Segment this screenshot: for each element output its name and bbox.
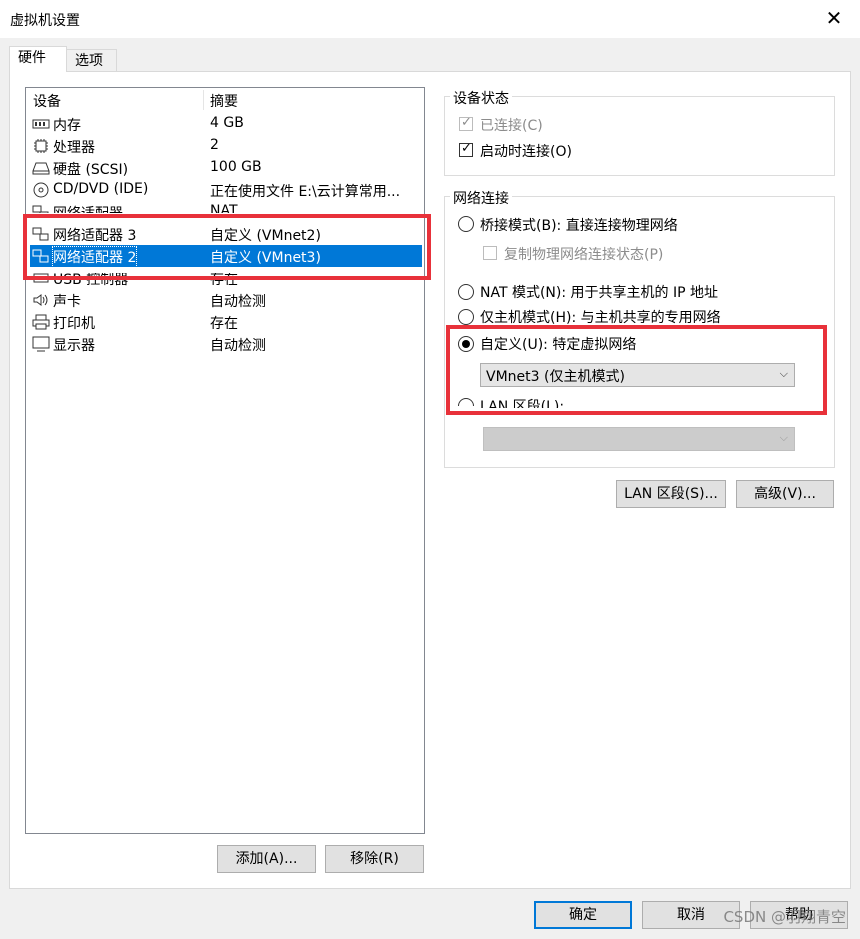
device-summary: 自定义 (VMnet3) xyxy=(210,250,321,266)
advanced-button[interactable]: 高级(V)... xyxy=(736,480,834,508)
ok-button[interactable]: 确定 xyxy=(534,901,632,929)
device-label: 网络适配器 3 xyxy=(53,228,137,244)
nat-label: NAT 模式(N): 用于共享主机的 IP 地址 xyxy=(480,285,718,301)
window-title: 虚拟机设置 xyxy=(10,13,80,29)
device-row-memory[interactable]: 内存 4 GB xyxy=(30,113,422,135)
connected-label: 已连接(C) xyxy=(480,118,543,134)
device-label: 网络适配器 2 xyxy=(51,246,138,268)
lan-segments-button[interactable]: LAN 区段(S)... xyxy=(616,480,726,508)
device-row-printer[interactable]: 打印机 存在 xyxy=(30,311,422,333)
device-summary: 存在 xyxy=(210,273,238,287)
device-row-network-adapter[interactable]: 网络适配器 NAT xyxy=(30,201,422,213)
connect-at-power-on-checkbox[interactable]: ✓ xyxy=(459,141,473,157)
device-row-network-adapter-3[interactable]: 网络适配器 3 自定义 (VMnet2) xyxy=(30,223,422,245)
device-label: 处理器 xyxy=(53,140,95,156)
nat-radio[interactable] xyxy=(458,284,474,300)
title-bar xyxy=(0,0,860,38)
watermark: CSDN @羽翔青空 xyxy=(723,908,846,926)
device-label: USB 控制器 xyxy=(53,273,129,287)
device-summary: 4 GB xyxy=(210,115,244,131)
chevron-down-icon: ⌵ xyxy=(779,431,788,444)
chevron-down-icon: ⌵ xyxy=(779,367,788,380)
column-separator[interactable] xyxy=(203,90,204,110)
device-status-title: 设备状态 xyxy=(450,88,512,108)
host-only-label: 仅主机模式(H): 与主机共享的专用网络 xyxy=(480,310,721,326)
device-row-network-adapter-2[interactable]: 网络适配器 2 自定义 (VMnet3) xyxy=(30,245,422,268)
radio-dot xyxy=(462,340,470,348)
monitor-icon xyxy=(32,336,50,352)
device-label: 网络适配器 xyxy=(53,203,123,213)
device-row-processor[interactable]: 处理器 2 xyxy=(30,135,422,157)
tab-hardware-label: 硬件 xyxy=(18,50,46,66)
bridged-radio[interactable] xyxy=(458,216,474,232)
connected-checkbox[interactable]: ✓ xyxy=(459,115,473,131)
network-connection-title: 网络连接 xyxy=(450,188,512,208)
speaker-icon xyxy=(32,292,50,308)
device-summary: 自动检测 xyxy=(210,294,266,310)
connect-at-power-on-label: 启动时连接(O) xyxy=(480,144,572,160)
cd-dvd-icon xyxy=(32,182,50,198)
checkmark-icon: ✓ xyxy=(461,141,472,156)
column-header-summary[interactable]: 摘要 xyxy=(210,91,238,111)
device-status-group xyxy=(444,96,835,176)
network-adapter-icon xyxy=(32,248,50,264)
device-summary: 正在使用文件 E:\云计算常用... xyxy=(210,184,401,200)
device-summary: 自定义 (VMnet2) xyxy=(210,228,321,244)
cpu-icon xyxy=(32,138,50,154)
host-only-radio[interactable] xyxy=(458,309,474,325)
harddisk-icon xyxy=(32,160,50,176)
add-button[interactable]: 添加(A)... xyxy=(217,845,316,873)
device-label: 内存 xyxy=(53,118,81,134)
custom-radio[interactable] xyxy=(458,336,474,352)
tab-options-label: 选项 xyxy=(75,53,103,69)
column-header-device[interactable]: 设备 xyxy=(33,91,61,111)
memory-icon xyxy=(32,116,50,132)
device-label: CD/DVD (IDE) xyxy=(53,181,149,197)
custom-network-select[interactable]: VMnet3 (仅主机模式) ⌵ xyxy=(480,363,795,387)
device-row-usb[interactable]: USB 控制器 存在 xyxy=(30,273,422,287)
usb-icon xyxy=(32,273,50,286)
device-summary: NAT xyxy=(210,203,238,213)
printer-icon xyxy=(32,314,50,330)
device-row-harddisk[interactable]: 硬盘 (SCSI) 100 GB xyxy=(30,157,422,179)
device-row-sound-card[interactable]: 声卡 自动检测 xyxy=(30,289,422,311)
bridged-label: 桥接模式(B): 直接连接物理网络 xyxy=(480,218,678,234)
device-row-cd-dvd[interactable]: CD/DVD (IDE) 正在使用文件 E:\云计算常用... xyxy=(30,179,422,201)
network-adapter-icon xyxy=(32,204,50,213)
device-label: 声卡 xyxy=(53,294,81,310)
remove-button[interactable]: 移除(R) xyxy=(325,845,424,873)
replicate-state-checkbox[interactable] xyxy=(483,246,497,260)
network-adapter-icon xyxy=(32,226,50,242)
device-summary: 2 xyxy=(210,137,219,153)
device-summary: 存在 xyxy=(210,316,238,332)
device-label: 硬盘 (SCSI) xyxy=(53,162,129,178)
tab-options[interactable]: 选项 xyxy=(66,49,117,72)
device-label: 打印机 xyxy=(53,316,95,332)
lan-segment-select[interactable]: ⌵ xyxy=(483,427,795,451)
device-row-display[interactable]: 显示器 自动检测 xyxy=(30,333,422,355)
device-label: 显示器 xyxy=(53,338,95,354)
close-icon[interactable]: ✕ xyxy=(822,6,846,30)
custom-label: 自定义(U): 特定虚拟网络 xyxy=(480,337,637,353)
replicate-state-label: 复制物理网络连接状态(P) xyxy=(504,247,664,263)
lan-segment-label: LAN 区段(L): xyxy=(480,399,565,408)
tab-hardware[interactable]: 硬件 xyxy=(9,46,67,72)
device-summary: 自动检测 xyxy=(210,338,266,354)
custom-network-value: VMnet3 (仅主机模式) xyxy=(486,369,625,385)
checkmark-icon: ✓ xyxy=(461,115,472,130)
device-summary: 100 GB xyxy=(210,159,262,175)
